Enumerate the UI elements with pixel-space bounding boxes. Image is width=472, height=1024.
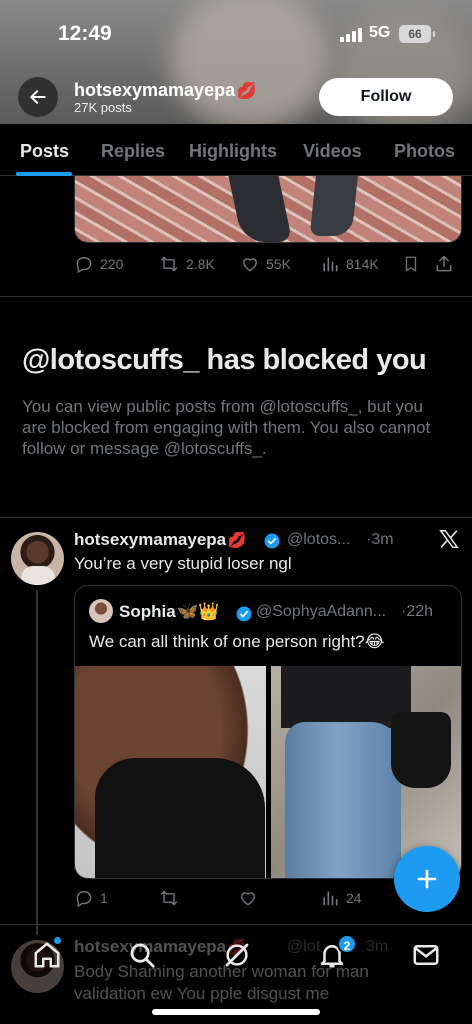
views-icon	[323, 257, 338, 272]
repost-count: 2.8K	[186, 256, 215, 272]
thread-line	[36, 590, 38, 935]
reply-button[interactable]: 1	[74, 888, 108, 908]
bookmark-icon[interactable]	[402, 254, 420, 274]
like-button[interactable]	[238, 888, 258, 908]
tab-replies[interactable]: Replies	[101, 141, 165, 162]
tab-posts[interactable]: Posts	[20, 141, 69, 162]
lips-emoji-icon: 💋	[227, 532, 247, 549]
views-count: 24	[346, 890, 362, 906]
back-arrow-icon	[30, 90, 46, 104]
quoted-text: We can all think of one person right?😂	[89, 632, 385, 651]
status-bar: 12:49 5G 66	[0, 0, 472, 70]
post-media-image[interactable]	[74, 176, 462, 243]
post-actions: 1 24	[74, 888, 374, 910]
divider	[0, 296, 472, 297]
avatar[interactable]	[11, 532, 64, 585]
signal-icon	[340, 28, 362, 42]
compose-plus-icon	[417, 869, 437, 889]
blocked-description: You can view public posts from @lotoscuf…	[22, 397, 431, 458]
follow-button[interactable]: Follow	[319, 78, 453, 116]
like-button[interactable]: 55K	[240, 254, 291, 274]
mail-icon[interactable]	[411, 940, 441, 970]
quoted-image-1[interactable]	[75, 666, 266, 878]
verified-icon	[264, 533, 280, 549]
home-icon[interactable]	[32, 940, 62, 970]
quoted-author-handle: @SophyaAdann...	[256, 603, 387, 620]
post-author-name[interactable]: hotsexymamayepa 💋	[74, 530, 246, 550]
battery-icon: 66	[399, 25, 435, 43]
views-button[interactable]: 814K	[320, 254, 379, 274]
repost-button[interactable]: 2.8K	[158, 254, 215, 274]
reply-count: 220	[100, 256, 124, 272]
status-time: 12:49	[58, 22, 112, 45]
post-text: You’re a very stupid loser ngl	[74, 554, 292, 573]
quoted-avatar	[89, 599, 113, 623]
profile-name: hotsexymamayepa 💋	[74, 80, 257, 100]
crown-emoji-icon: 👑	[198, 602, 220, 621]
tab-videos[interactable]: Videos	[303, 141, 362, 162]
divider	[0, 517, 472, 518]
views-button[interactable]: 24	[320, 888, 362, 908]
repost-button[interactable]	[158, 888, 180, 908]
repost-icon	[160, 256, 178, 272]
reply-icon	[76, 891, 92, 908]
network-label: 5G	[369, 24, 391, 41]
butterfly-emoji-icon: 🦋	[177, 602, 199, 621]
repost-icon	[160, 890, 178, 906]
back-button[interactable]	[18, 77, 58, 117]
views-icon	[323, 891, 338, 906]
profile-tabs: Posts Replies Highlights Videos Photos	[0, 124, 472, 176]
quoted-timestamp: ·22h	[401, 603, 434, 620]
search-icon[interactable]	[127, 940, 157, 970]
reply-icon	[76, 257, 92, 274]
tab-indicator	[16, 172, 72, 176]
post-actions: 220 2.8K 55K 814K	[74, 254, 462, 276]
like-icon	[243, 258, 257, 272]
grok-icon[interactable]	[222, 940, 252, 970]
profile-post-count: 27K posts	[74, 100, 132, 115]
tab-highlights[interactable]: Highlights	[189, 141, 277, 162]
blocked-title: @lotoscuffs_ has blocked you	[22, 344, 427, 376]
quoted-author-name: Sophia 🦋👑	[119, 602, 220, 621]
reply-count: 1	[100, 890, 108, 906]
home-unread-dot	[54, 937, 61, 944]
post-author-handle[interactable]: @lotos...	[287, 531, 350, 549]
compose-button[interactable]	[394, 846, 460, 912]
home-indicator	[152, 1009, 320, 1015]
post-timestamp: ·3m	[366, 531, 394, 548]
x-logo-icon	[439, 530, 459, 548]
like-count: 55K	[266, 256, 291, 272]
verified-icon	[236, 606, 252, 622]
like-icon	[241, 892, 255, 906]
reply-button[interactable]: 220	[74, 254, 123, 274]
notifications-badge: 2	[337, 934, 357, 954]
profile-banner: 12:49 5G 66 hotsexymamayepa 💋 27K posts …	[0, 0, 472, 124]
quoted-post[interactable]: Sophia 🦋👑 @SophyaAdann... ·22h We can al…	[74, 585, 462, 879]
views-count: 814K	[346, 256, 379, 272]
share-icon[interactable]	[434, 254, 454, 274]
lips-emoji-icon: 💋	[236, 83, 257, 100]
tab-photos[interactable]: Photos	[394, 141, 455, 162]
